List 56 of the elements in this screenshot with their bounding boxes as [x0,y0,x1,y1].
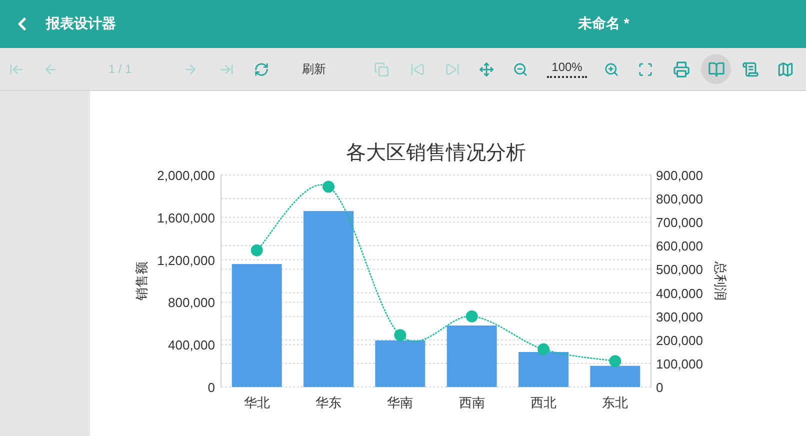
book-icon [708,60,724,78]
y-axis-tick-label: 500,000 [656,262,703,278]
y-axis-tick-label: 200,000 [656,332,703,348]
y-axis-tick-label: 0 [656,380,664,395]
y-axis-tick-label: 0 [208,380,215,395]
y-axis-title: 销售额 [134,262,149,300]
y-axis-tick-label: 700,000 [656,215,703,230]
fullscreen-icon [638,62,652,76]
move-icon [478,62,494,76]
y-axis-tick-label: 2,000,000 [157,168,215,183]
y-axis-title: 总利润 [713,262,728,300]
x-axis-tick-label: 华南 [387,395,414,410]
x-axis-tick-label: 华北 [244,395,270,410]
data-point [538,343,550,356]
page-indicator: 1 / 1 [107,62,133,76]
copy-icon [374,62,388,76]
x-axis-tick-label: 华东 [316,395,342,410]
x-axis-tick-label: 东北 [602,395,628,410]
y-axis-tick-label: 400,000 [168,338,215,353]
refresh-icon [254,62,268,76]
arrow-right-icon [182,62,198,76]
skip-forward-icon [444,62,460,76]
zoom-in-icon [604,62,618,76]
chart-title: 各大区销售情况分析 [346,140,526,164]
data-point [609,355,622,368]
arrow-to-line-left-icon [8,62,24,76]
scroll-icon [742,60,758,78]
bar [590,366,640,387]
x-axis-tick-label: 西北 [530,395,556,410]
document-title: 未命名 * [578,15,630,33]
y-axis-tick-label: 600,000 [656,238,703,254]
print-icon [672,60,690,78]
y-axis-tick-label: 300,000 [656,309,703,324]
book-view-button[interactable] [701,54,731,84]
data-point [394,329,406,342]
refresh-label-button[interactable]: 刷新 [294,60,334,78]
y-axis-tick-label: 1,600,000 [157,210,215,226]
y-axis-tick-label: 900,000 [656,168,703,183]
bar [518,352,568,387]
arrow-to-line-right-icon [218,62,234,76]
app-name: 报表设计器 [46,15,116,33]
data-point [322,180,334,193]
zoom-out-icon [512,62,528,76]
y-axis-tick-label: 800,000 [656,192,703,207]
map-icon [776,60,794,78]
skip-back-icon [410,62,424,76]
data-point [250,244,263,256]
zoom-level-dropdown[interactable]: 100% [547,60,587,78]
y-axis-tick-label: 100,000 [656,356,703,372]
x-axis-tick-label: 西南 [458,395,485,410]
bar [446,326,497,387]
y-axis-tick-label: 800,000 [168,295,215,310]
bar [375,340,426,387]
y-axis-tick-label: 400,000 [656,286,703,301]
data-point [466,310,478,322]
y-axis-tick-label: 1,200,000 [157,252,215,268]
